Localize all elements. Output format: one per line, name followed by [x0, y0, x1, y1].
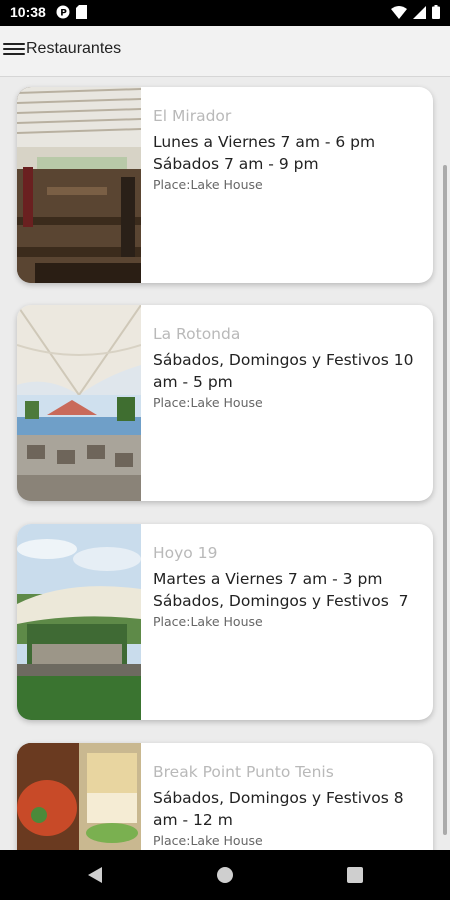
card-text: El Mirador Lunes a Viernes 7 am - 6 pm S… — [153, 107, 425, 192]
restaurant-hours: Lunes a Viernes 7 am - 6 pm Sábados 7 am… — [153, 133, 376, 173]
battery-icon — [432, 5, 440, 19]
status-left-icons: P — [56, 5, 87, 19]
restaurant-hours: Martes a Viernes 7 am - 3 pm Sábados, Do… — [153, 570, 409, 610]
back-triangle-icon[interactable] — [86, 865, 104, 889]
restaurant-card[interactable]: Hoyo 19 Martes a Viernes 7 am - 3 pm Sáb… — [17, 524, 433, 720]
status-time: 10:38 — [10, 4, 46, 20]
card-text: La Rotonda Sábados, Domingos y Festivos … — [153, 325, 425, 410]
restaurant-list[interactable]: El Mirador Lunes a Viernes 7 am - 6 pm S… — [0, 77, 450, 850]
svg-text:P: P — [60, 9, 67, 19]
restaurant-hours: Sábados, Domingos y Festivos 10 am - 5 p… — [153, 351, 414, 391]
scrollbar[interactable] — [443, 165, 447, 835]
card-text: Hoyo 19 Martes a Viernes 7 am - 3 pm Sáb… — [153, 544, 425, 629]
garden-tent-photo — [17, 524, 141, 720]
notification-p-icon: P — [56, 5, 70, 19]
restaurant-name: Break Point Punto Tenis — [153, 763, 334, 781]
wifi-icon — [391, 5, 407, 19]
restaurant-card[interactable]: El Mirador Lunes a Viernes 7 am - 6 pm S… — [17, 87, 433, 283]
page-title: Restaurantes — [26, 40, 122, 57]
restaurant-card[interactable]: Break Point Punto Tenis Sábados, Domingo… — [17, 743, 433, 850]
restaurant-place: Place:Lake House — [153, 177, 263, 192]
restaurant-name: Hoyo 19 — [153, 544, 218, 562]
hamburger-menu-icon[interactable] — [3, 40, 25, 60]
sd-card-icon — [76, 5, 87, 19]
restaurant-place: Place:Lake House — [153, 833, 263, 848]
restaurant-name: El Mirador — [153, 107, 232, 125]
terrace-dining-photo — [17, 87, 141, 283]
restaurant-name: La Rotonda — [153, 325, 241, 343]
nav-bar — [0, 850, 450, 900]
pool-canopy-photo — [17, 305, 141, 501]
signal-icon — [413, 5, 426, 19]
restaurant-card[interactable]: La Rotonda Sábados, Domingos y Festivos … — [17, 305, 433, 501]
status-bar: 10:38 P — [0, 0, 450, 26]
restaurant-hours: Sábados, Domingos y Festivos 8 am - 12 m — [153, 789, 404, 829]
card-text: Break Point Punto Tenis Sábados, Domingo… — [153, 763, 425, 848]
home-circle-icon[interactable] — [216, 865, 234, 889]
food-plates-photo — [17, 743, 141, 850]
restaurant-place: Place:Lake House — [153, 614, 263, 629]
status-right-icons — [391, 5, 440, 19]
app-bar: Restaurantes — [0, 26, 450, 77]
recents-square-icon[interactable] — [346, 865, 364, 889]
restaurant-place: Place:Lake House — [153, 395, 263, 410]
